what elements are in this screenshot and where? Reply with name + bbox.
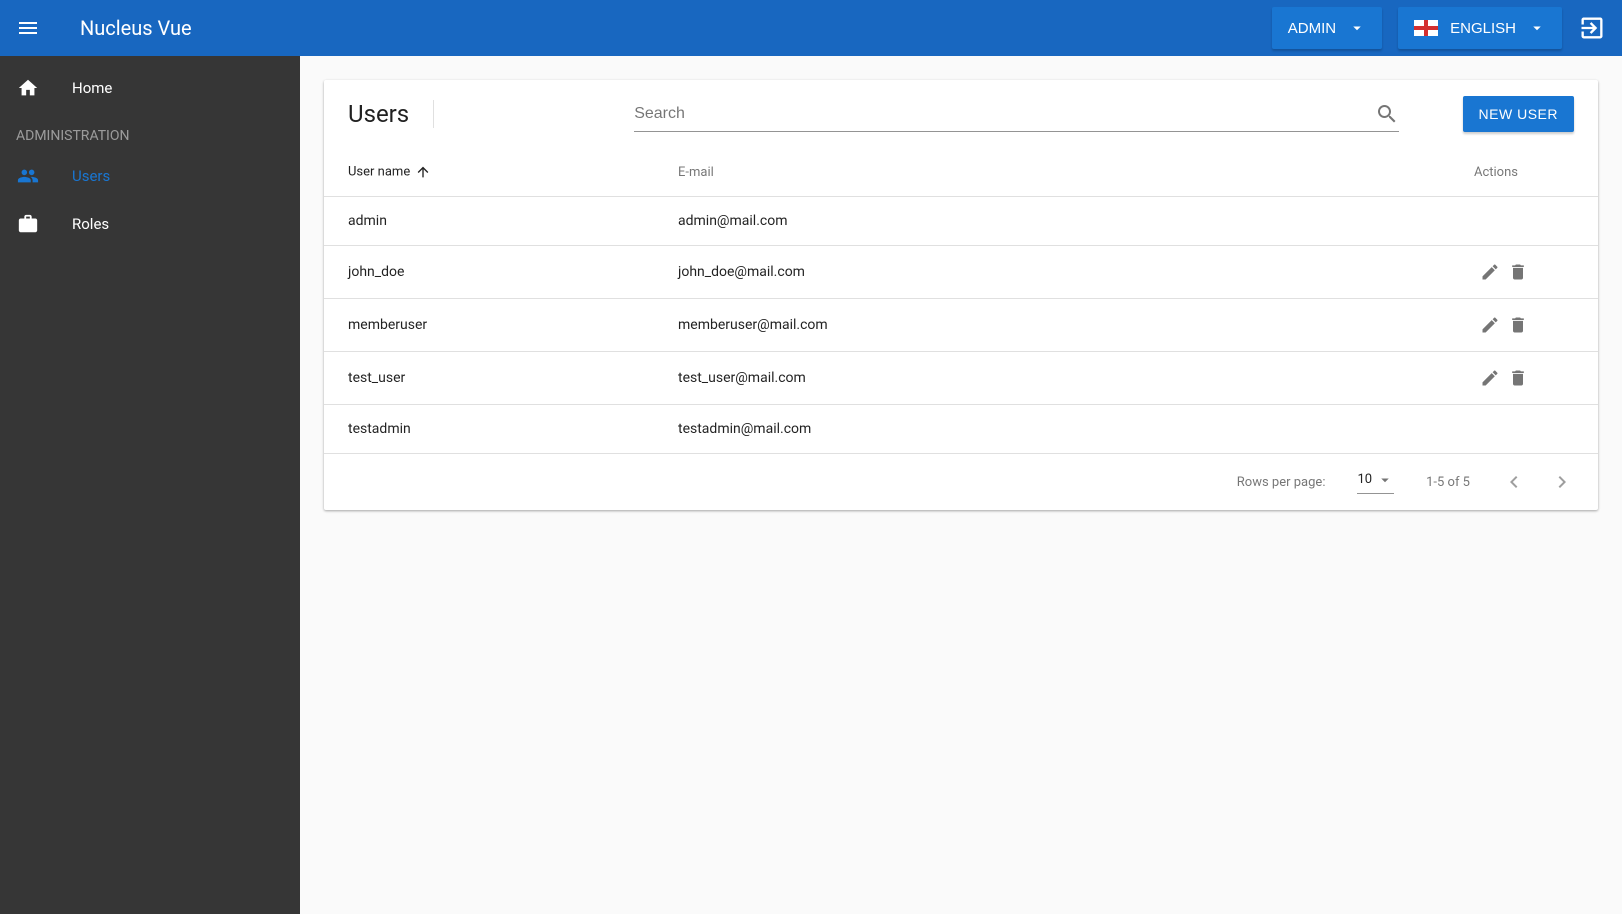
cell-username: memberuser: [324, 299, 654, 352]
table-row: memberusermemberuser@mail.com: [324, 299, 1598, 352]
home-icon: [16, 76, 40, 100]
sidebar-item-home[interactable]: Home: [0, 64, 300, 112]
cell-username: test_user: [324, 352, 654, 405]
rows-per-page-label: Rows per page:: [1237, 475, 1326, 490]
app-title: Nucleus Vue: [80, 16, 192, 40]
app-header: Nucleus Vue ADMIN ENGLISH: [0, 0, 1622, 56]
chevron-right-icon: [1550, 470, 1574, 494]
delete-button[interactable]: [1508, 315, 1528, 335]
cell-actions: [1398, 299, 1598, 352]
rows-per-page-select[interactable]: 10: [1357, 471, 1394, 494]
user-dropdown-label: ADMIN: [1288, 20, 1336, 37]
chevron-down-icon: [1528, 19, 1546, 37]
menu-toggle-button[interactable]: [16, 16, 40, 40]
previous-page-button[interactable]: [1502, 470, 1526, 494]
edit-button[interactable]: [1480, 262, 1500, 282]
users-table: User name E-mail Actions adminadmin@mail…: [324, 148, 1598, 454]
pagination-range: 1-5 of 5: [1426, 475, 1470, 490]
pagination: Rows per page: 10 1-5 of 5: [324, 454, 1598, 510]
page-title: Users: [348, 100, 409, 128]
edit-button[interactable]: [1480, 368, 1500, 388]
cell-actions: [1398, 197, 1598, 246]
cell-username: admin: [324, 197, 654, 246]
cell-actions: [1398, 246, 1598, 299]
sidebar: Home ADMINISTRATION Users Roles: [0, 56, 300, 914]
sidebar-section-header: ADMINISTRATION: [0, 112, 300, 152]
logout-button[interactable]: [1578, 14, 1606, 42]
search-icon: [1375, 102, 1399, 126]
sidebar-item-users[interactable]: Users: [0, 152, 300, 200]
table-row: john_doejohn_doe@mail.com: [324, 246, 1598, 299]
column-header-actions: Actions: [1398, 148, 1598, 197]
flag-english-icon: [1414, 20, 1438, 36]
sidebar-item-label: Home: [72, 79, 112, 97]
table-row: testadmintestadmin@mail.com: [324, 405, 1598, 454]
chevron-down-icon: [1348, 19, 1366, 37]
sidebar-item-label: Roles: [72, 215, 109, 233]
logout-icon: [1578, 14, 1606, 42]
delete-button[interactable]: [1508, 368, 1528, 388]
menu-icon: [16, 16, 40, 40]
cell-username: john_doe: [324, 246, 654, 299]
edit-button[interactable]: [1480, 315, 1500, 335]
column-header-email[interactable]: E-mail: [654, 148, 1398, 197]
cell-actions: [1398, 352, 1598, 405]
new-user-button[interactable]: NEW USER: [1463, 96, 1574, 132]
language-dropdown-label: ENGLISH: [1450, 20, 1516, 37]
chevron-down-icon: [1376, 471, 1394, 489]
search-input[interactable]: [634, 97, 1398, 132]
next-page-button[interactable]: [1550, 470, 1574, 494]
user-dropdown[interactable]: ADMIN: [1272, 7, 1382, 49]
cell-actions: [1398, 405, 1598, 454]
sidebar-item-label: Users: [72, 167, 110, 185]
users-card: Users NEW USER User name: [324, 80, 1598, 510]
cell-email: testadmin@mail.com: [654, 405, 1398, 454]
table-row: adminadmin@mail.com: [324, 197, 1598, 246]
card-header: Users NEW USER: [324, 80, 1598, 148]
cell-email: admin@mail.com: [654, 197, 1398, 246]
main-content: Users NEW USER User name: [300, 56, 1622, 914]
table-row: test_usertest_user@mail.com: [324, 352, 1598, 405]
briefcase-icon: [16, 212, 40, 236]
cell-email: test_user@mail.com: [654, 352, 1398, 405]
language-dropdown[interactable]: ENGLISH: [1398, 7, 1562, 49]
chevron-left-icon: [1502, 470, 1526, 494]
cell-email: memberuser@mail.com: [654, 299, 1398, 352]
cell-username: testadmin: [324, 405, 654, 454]
users-icon: [16, 164, 40, 188]
cell-email: john_doe@mail.com: [654, 246, 1398, 299]
sidebar-item-roles[interactable]: Roles: [0, 200, 300, 248]
column-header-username[interactable]: User name: [324, 148, 654, 197]
delete-button[interactable]: [1508, 262, 1528, 282]
sort-ascending-icon: [415, 164, 431, 180]
